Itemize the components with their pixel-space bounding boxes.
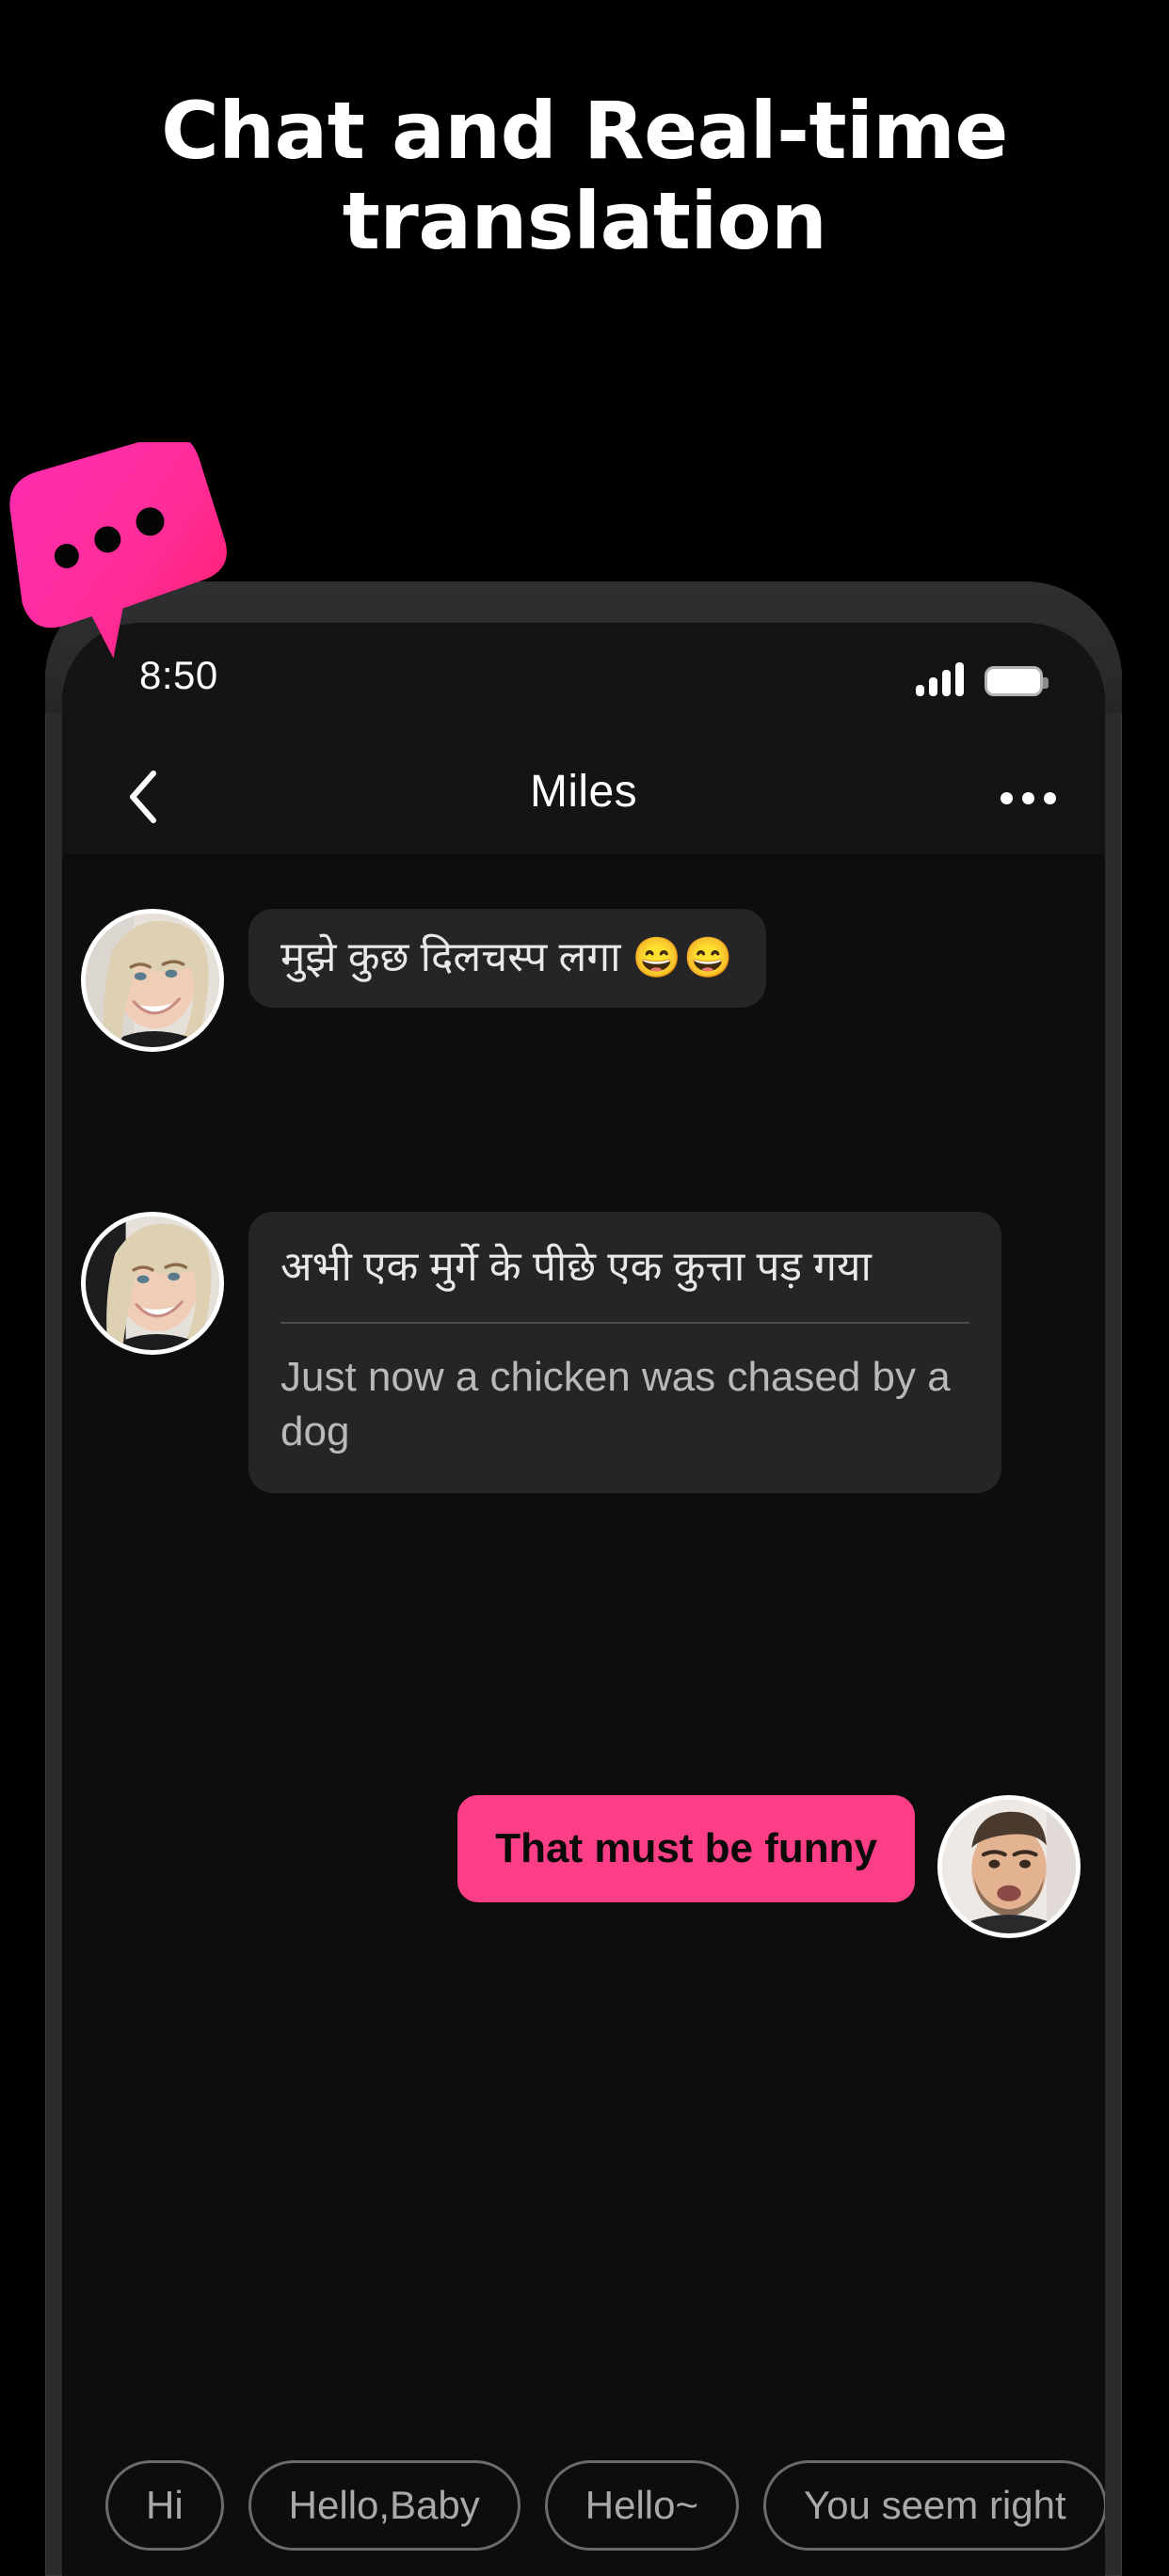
phone-frame: 8:50 Miles मुझे कुछ दिलचस्प लगा 😄😄 अभी ए… xyxy=(45,581,1122,2576)
avatar-self[interactable] xyxy=(937,1795,1081,1938)
quick-reply-bar: Hi Hello,Baby Hello~ You seem right xyxy=(62,2435,1105,2576)
chat-title: Miles xyxy=(529,767,637,817)
status-time: 8:50 xyxy=(139,653,218,697)
quick-reply-chip[interactable]: Hi xyxy=(105,2460,224,2551)
avatar-miles[interactable] xyxy=(81,1212,224,1355)
message-bubble-self[interactable]: That must be funny xyxy=(457,1795,915,1902)
quick-reply-chip[interactable]: Hello,Baby xyxy=(248,2460,520,2551)
message-bubble-translated[interactable]: अभी एक मुर्गे के पीछे एक कुत्ता पड़ गया … xyxy=(248,1212,1001,1494)
translation-divider xyxy=(280,1322,969,1325)
quick-reply-chip[interactable]: Hello~ xyxy=(544,2460,740,2551)
avatar-miles[interactable] xyxy=(81,909,224,1052)
message-text-translation: Just now a chicken was chased by a dog xyxy=(280,1354,951,1455)
phone-screen: 8:50 Miles मुझे कुछ दिलचस्प लगा 😄😄 अभी ए… xyxy=(62,623,1105,2576)
signal-bars-icon xyxy=(916,662,964,696)
quick-reply-chip[interactable]: You seem right xyxy=(763,2460,1105,2551)
message-bubble[interactable]: मुझे कुछ दिलचस्प लगा 😄😄 xyxy=(248,909,767,1008)
message-emoji: 😄😄 xyxy=(632,935,735,979)
message-list: मुझे कुछ दिलचस्प लगा 😄😄 अभी एक मुर्गे के… xyxy=(62,854,1105,2576)
message-row-outgoing: That must be funny xyxy=(457,1795,1081,1938)
battery-full-icon xyxy=(985,666,1049,696)
status-bar: 8:50 xyxy=(62,623,1105,741)
message-row-incoming: मुझे कुछ दिलचस्प लगा 😄😄 xyxy=(81,909,767,1052)
more-horizontal-icon[interactable] xyxy=(992,777,1064,819)
message-row-incoming: अभी एक मुर्गे के पीछे एक कुत्ता पड़ गया … xyxy=(81,1212,1001,1494)
page-title: Chat and Real-time translation xyxy=(161,85,1008,267)
chat-header: Miles xyxy=(62,741,1105,854)
message-text-original: अभी एक मुर्गे के पीछे एक कुत्ता पड़ गया xyxy=(280,1244,872,1290)
status-indicators xyxy=(916,655,1049,696)
message-text: मुझे कुछ दिलचस्प लगा xyxy=(280,934,621,980)
